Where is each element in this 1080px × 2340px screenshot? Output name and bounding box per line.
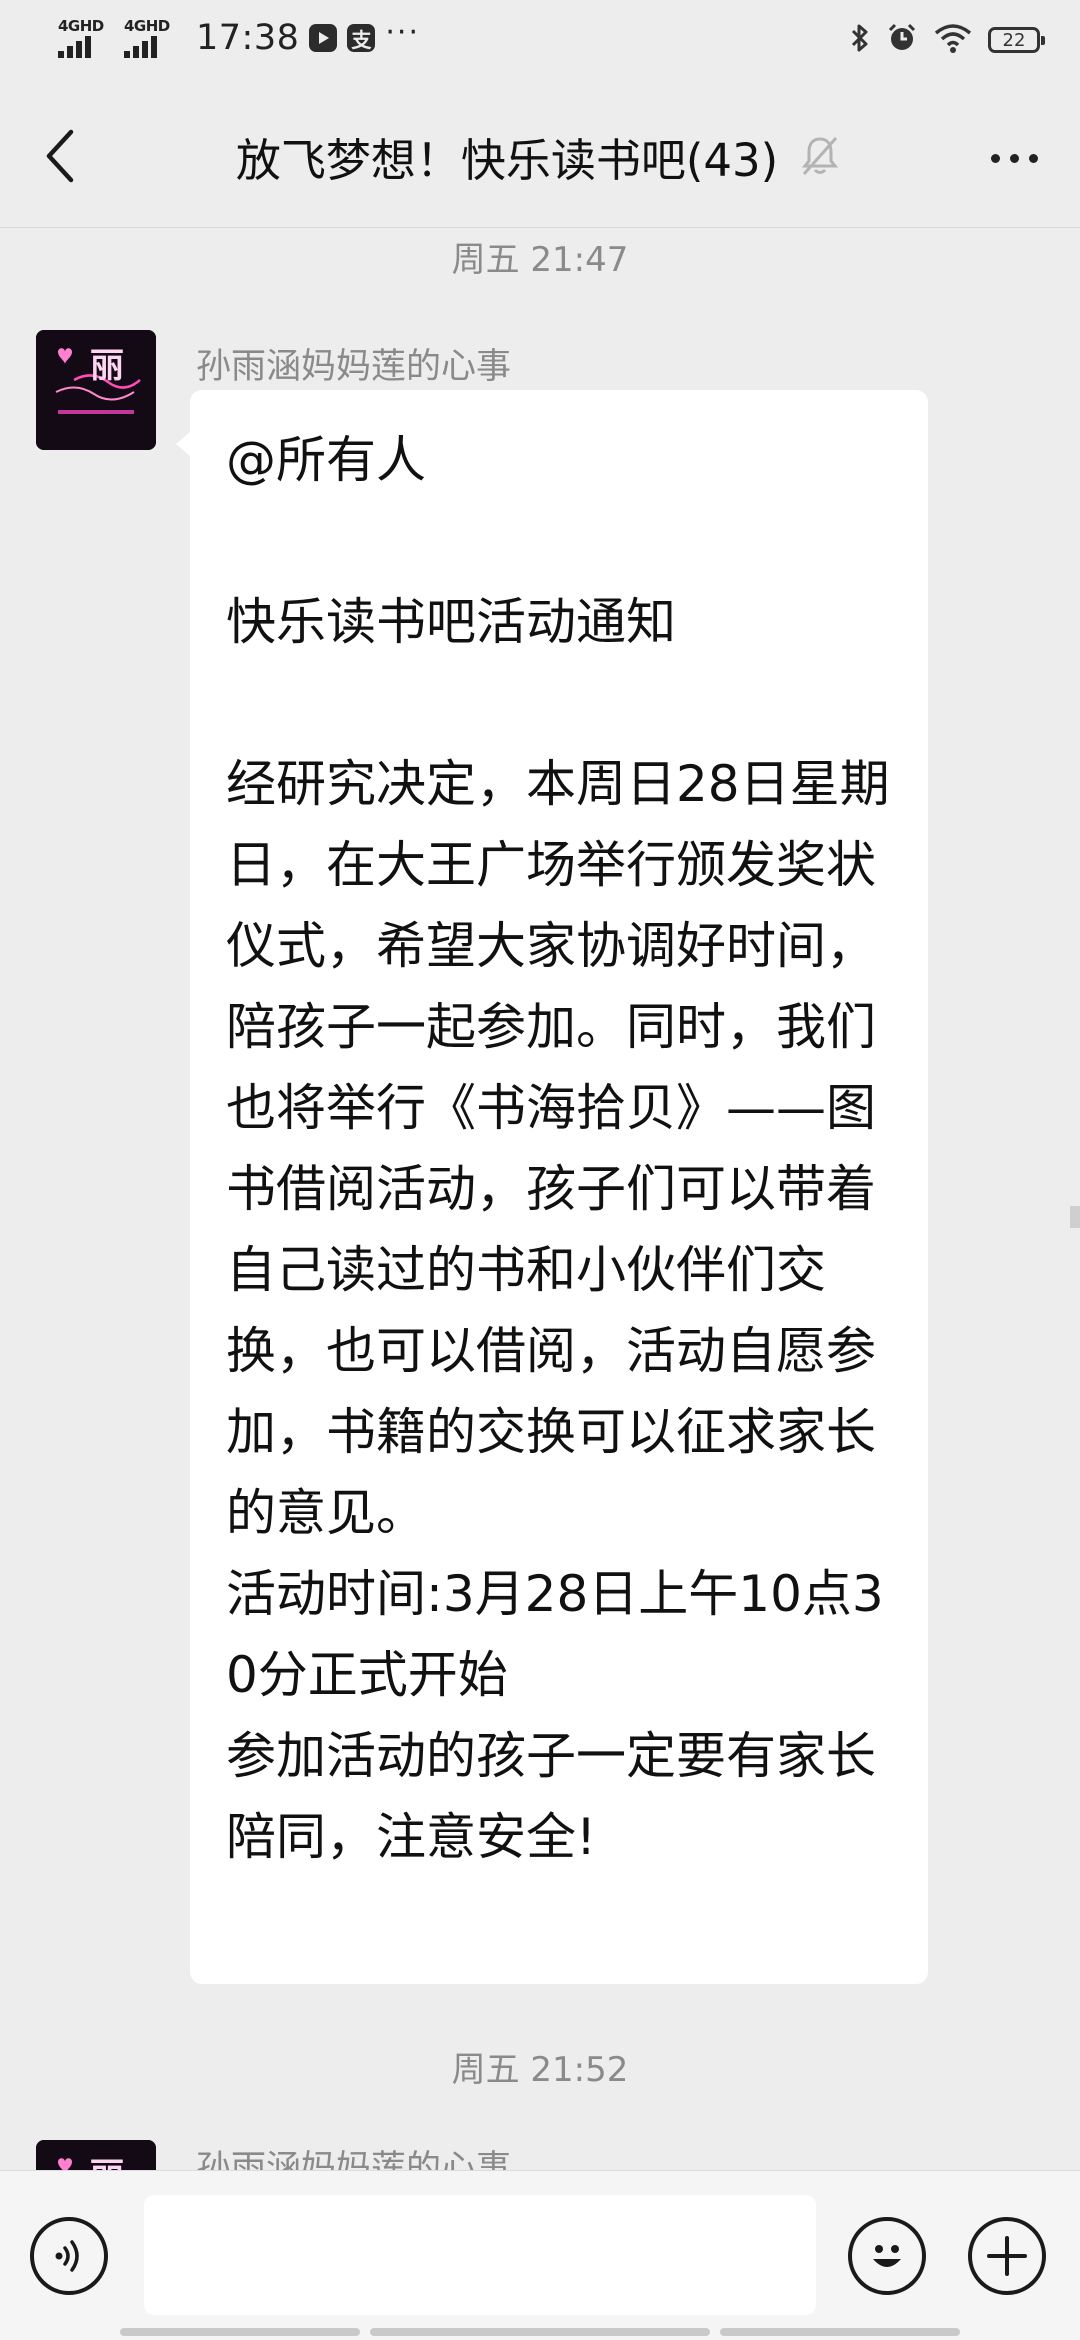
status-left: 4GHD 4GHD 17:38 支 ···: [58, 14, 420, 58]
plus-icon: [987, 2236, 1027, 2276]
avatar-character: 丽: [90, 346, 124, 386]
message-timestamp: 周五 21:52: [451, 2050, 629, 2090]
message-input[interactable]: [144, 2195, 816, 2315]
chat-header: 放飞梦想！快乐读书吧(43): [0, 84, 1080, 228]
emoji-button[interactable]: [848, 2217, 926, 2295]
signal-1: 4GHD: [58, 16, 114, 58]
message-text: @所有人 快乐读书吧活动通知 经研究决定，本周日28日星期日，在大王广场举行颁发…: [226, 431, 890, 1866]
battery-icon: 22: [988, 27, 1045, 53]
more-functions-button[interactable]: [968, 2217, 1046, 2295]
scrollbar[interactable]: [1070, 1206, 1080, 1228]
dot-icon: [1009, 153, 1019, 163]
play-notification-icon: [309, 24, 338, 52]
chat-input-bar: [0, 2170, 1080, 2340]
status-right: 22: [850, 22, 1045, 58]
signal-bars-icon: [58, 35, 91, 58]
network-type-label: 4GHD: [58, 16, 104, 35]
chat-title[interactable]: 放飞梦想！快乐读书吧(43): [236, 124, 778, 189]
network-type-label: 4GHD: [124, 16, 170, 35]
dot-icon: [990, 153, 1000, 163]
nav-gesture-bar: [720, 2328, 960, 2336]
sender-avatar[interactable]: 丽: [36, 330, 156, 450]
voice-icon: [55, 2240, 79, 2272]
more-notifications-icon: ···: [385, 14, 420, 50]
alipay-notification-icon: 支: [347, 24, 376, 52]
signal-2: 4GHD: [124, 16, 180, 58]
mute-notifications-icon: [800, 134, 844, 178]
more-options-button[interactable]: [982, 134, 1046, 182]
dot-icon: [1028, 153, 1038, 163]
alarm-icon: [886, 22, 918, 58]
message-timestamp: 周五 21:47: [451, 240, 629, 280]
smiley-icon: [873, 2245, 901, 2267]
signal-bars-icon: [124, 35, 157, 58]
clock: 17:38: [196, 18, 300, 58]
nav-gesture-bar: [120, 2328, 360, 2336]
message-bubble[interactable]: @所有人 快乐读书吧活动通知 经研究决定，本周日28日星期日，在大王广场举行颁发…: [176, 390, 928, 1984]
voice-input-button[interactable]: [30, 2217, 108, 2295]
sender-name: 孙雨涵妈妈莲的心事: [196, 347, 512, 387]
nav-gesture-bar: [370, 2328, 710, 2336]
wifi-icon: [934, 23, 972, 57]
status-bar: 4GHD 4GHD 17:38 支 ··· 22: [0, 0, 1080, 84]
bluetooth-icon: [850, 22, 870, 58]
title-wrap: 放飞梦想！快乐读书吧(43): [0, 84, 1080, 228]
